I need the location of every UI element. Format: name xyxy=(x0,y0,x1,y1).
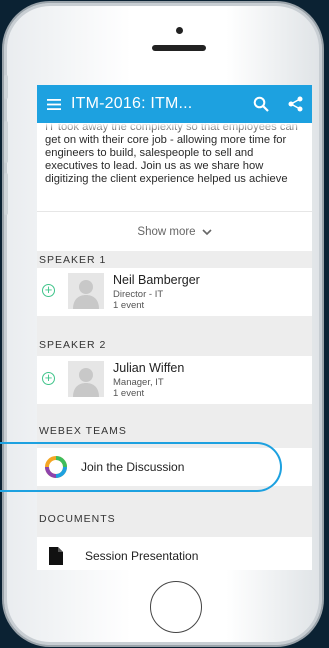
avatar xyxy=(68,361,104,397)
speaker-role: Manager, IT xyxy=(113,377,164,388)
add-speaker-icon[interactable]: + xyxy=(42,371,55,385)
earpiece-speaker xyxy=(152,45,206,51)
speaker-events: 1 event xyxy=(113,388,145,399)
webex-section-label: WEBEX TEAMS xyxy=(39,425,127,437)
front-camera xyxy=(176,27,183,34)
avatar xyxy=(68,273,104,309)
app-screen: IT took away the complexity so that empl… xyxy=(37,85,312,570)
app-bar: ITM-2016: ITM... xyxy=(37,85,312,123)
hamburger-menu-icon xyxy=(47,98,61,110)
show-more-button[interactable]: Show more xyxy=(37,211,312,252)
speaker-2-card[interactable]: + Julian Wiffen Manager, IT 1 event xyxy=(37,356,312,404)
page-title: ITM-2016: ITM... xyxy=(71,95,193,112)
speaker-2-section-label: SPEAKER 2 xyxy=(39,339,107,351)
menu-button[interactable] xyxy=(37,85,71,123)
session-description-card: IT took away the complexity so that empl… xyxy=(37,121,312,252)
description-fade xyxy=(37,123,312,133)
search-icon xyxy=(253,96,269,112)
search-button[interactable] xyxy=(244,85,278,123)
session-presentation-label: Session Presentation xyxy=(85,549,199,563)
speaker-name: Neil Bamberger xyxy=(113,273,200,287)
home-button[interactable] xyxy=(150,581,202,633)
share-icon xyxy=(288,96,302,112)
share-button[interactable] xyxy=(278,85,312,123)
show-more-label: Show more xyxy=(137,226,196,238)
document-icon xyxy=(49,547,63,565)
speaker-name: Julian Wiffen xyxy=(113,361,185,375)
documents-section-label: DOCUMENTS xyxy=(39,513,116,525)
add-speaker-icon[interactable]: + xyxy=(42,283,55,297)
speaker-1-section-label: SPEAKER 1 xyxy=(39,254,107,266)
volume-up-button xyxy=(4,121,8,163)
session-presentation-row[interactable]: Session Presentation xyxy=(37,537,312,570)
speaker-1-card[interactable]: + Neil Bamberger Director - IT 1 event xyxy=(37,268,312,316)
mute-switch xyxy=(4,75,8,99)
join-discussion-highlight xyxy=(0,442,282,492)
volume-down-button xyxy=(4,173,8,215)
speaker-role: Director - IT xyxy=(113,289,164,300)
person-placeholder-icon xyxy=(73,368,99,397)
person-placeholder-icon xyxy=(73,280,99,309)
speaker-events: 1 event xyxy=(113,300,145,311)
chevron-down-icon xyxy=(202,228,212,235)
